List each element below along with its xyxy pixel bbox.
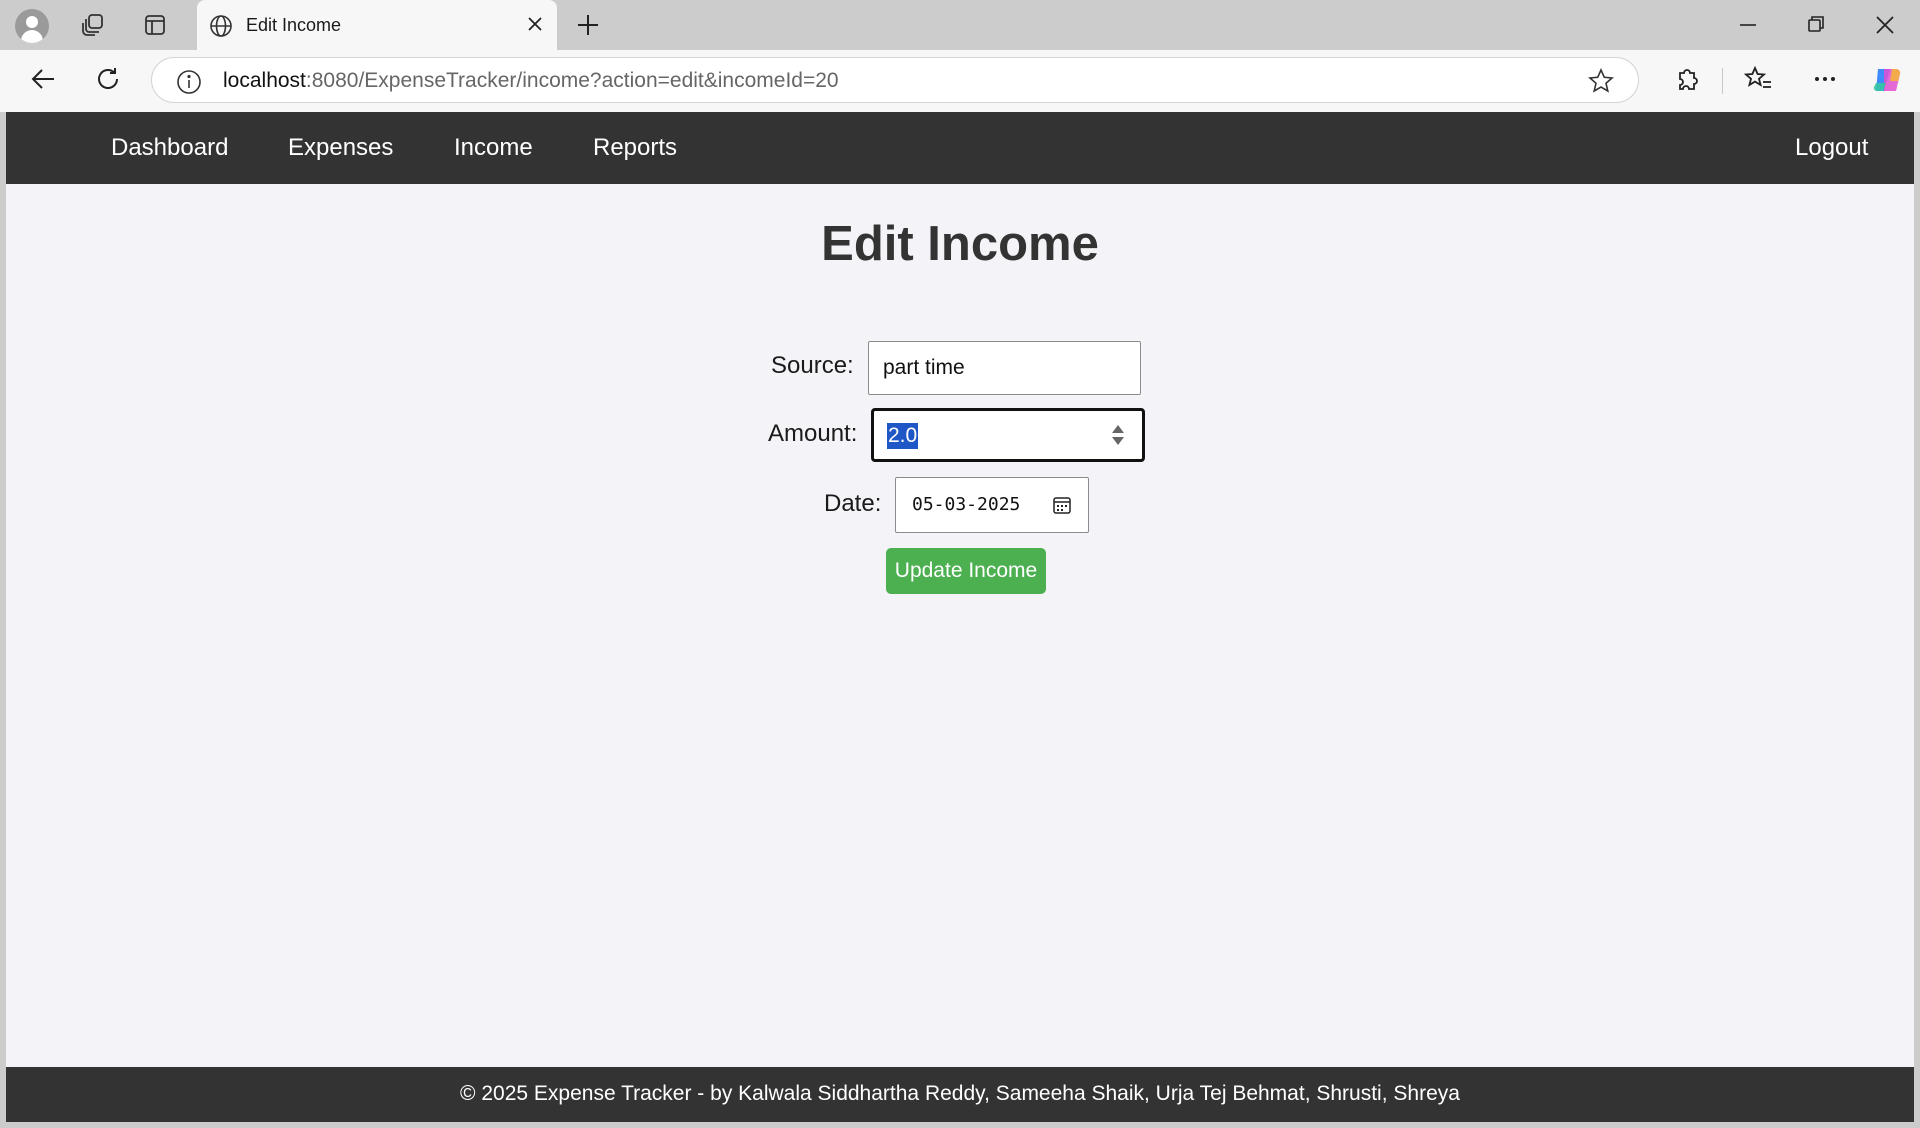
profile-icon[interactable] [15, 9, 49, 43]
amount-label: Amount: [768, 420, 858, 447]
refresh-icon[interactable] [93, 64, 123, 99]
calendar-icon[interactable] [1052, 495, 1072, 520]
browser-toolbar: localhost:8080/ExpenseTracker/income?act… [0, 50, 1920, 112]
url-host: localhost [223, 69, 306, 92]
minimize-icon[interactable] [1735, 10, 1761, 45]
info-icon[interactable] [176, 69, 202, 100]
update-income-button[interactable]: Update Income [886, 548, 1046, 594]
back-arrow-icon[interactable] [28, 64, 58, 99]
page-title: Edit Income [821, 217, 1099, 271]
new-tab-plus-icon[interactable] [573, 10, 603, 45]
globe-icon [209, 14, 233, 43]
date-input[interactable]: 05-03-2025 [895, 477, 1089, 533]
nav-income[interactable]: Income [454, 134, 533, 162]
source-field[interactable] [868, 341, 1141, 395]
top-navbar: Dashboard Expenses Income Reports Logout [6, 112, 1914, 184]
source-label: Source: [771, 352, 854, 379]
tab-title: Edit Income [246, 15, 342, 35]
nav-reports[interactable]: Reports [593, 134, 677, 162]
date-label: Date: [824, 490, 882, 517]
close-window-icon[interactable] [1872, 10, 1898, 45]
toolbar-divider [1722, 68, 1723, 94]
workspaces-icon[interactable] [76, 8, 110, 42]
source-input[interactable] [869, 342, 1140, 394]
page-footer: © 2025 Expense Tracker - by Kalwala Sidd… [6, 1067, 1914, 1122]
browser-tab-strip: Edit Income [0, 0, 1920, 50]
address-bar[interactable]: localhost:8080/ExpenseTracker/income?act… [151, 57, 1639, 103]
copilot-icon[interactable] [1870, 63, 1904, 102]
star-icon[interactable] [1588, 68, 1614, 99]
spinner-icon[interactable] [1110, 423, 1126, 452]
favorites-icon[interactable] [1743, 64, 1773, 99]
restore-icon[interactable] [1803, 10, 1829, 45]
url-text[interactable]: localhost:8080/ExpenseTracker/income?act… [223, 69, 839, 93]
web-page: Dashboard Expenses Income Reports Logout… [6, 112, 1914, 1122]
date-value: 05-03-2025 [912, 494, 1021, 515]
close-tab-icon[interactable] [525, 14, 545, 39]
nav-logout[interactable]: Logout [1795, 134, 1868, 162]
amount-input[interactable]: 2.0 [871, 408, 1145, 462]
puzzle-icon[interactable] [1672, 64, 1702, 99]
nav-dashboard[interactable]: Dashboard [111, 134, 228, 162]
url-path: :8080/ExpenseTracker/income?action=edit&… [305, 69, 839, 92]
nav-expenses[interactable]: Expenses [288, 134, 393, 162]
tab-actions-icon[interactable] [138, 8, 172, 42]
active-tab[interactable]: Edit Income [197, 0, 557, 50]
amount-value: 2.0 [887, 423, 919, 449]
ellipsis-icon[interactable] [1810, 64, 1840, 99]
